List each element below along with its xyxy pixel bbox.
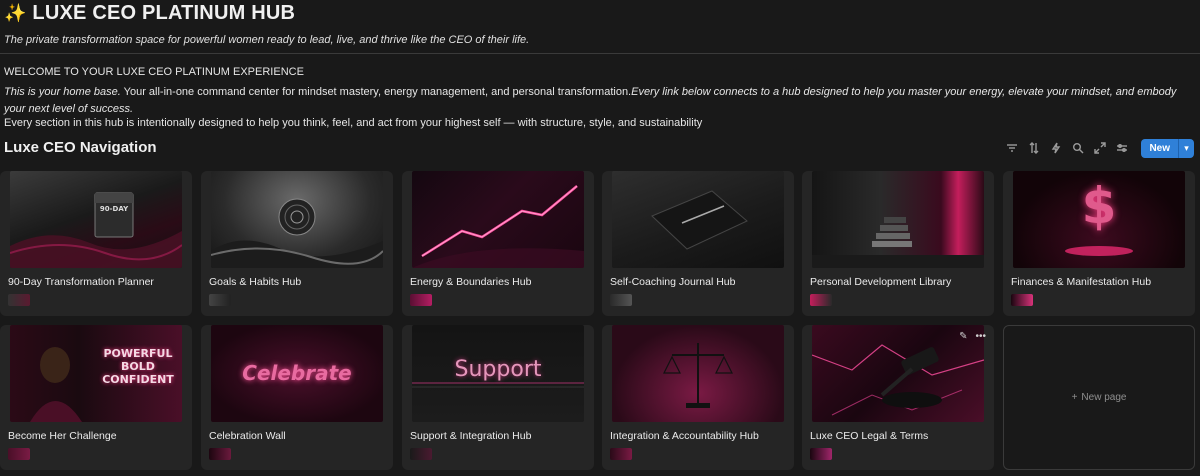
intro-closing-line: Every section in this hub is intentional… — [4, 117, 703, 129]
chevron-down-icon[interactable]: ▾ — [1178, 138, 1194, 158]
card-title: Become Her Challenge — [8, 430, 117, 442]
gallery-card[interactable]: Goals & Habits Hub — [201, 171, 393, 316]
intro-paragraph: This is your home base. Your all-in-one … — [4, 84, 1194, 118]
database-toolbar: New ▾ — [1003, 138, 1194, 158]
card-cover-image — [812, 171, 984, 268]
card-cover-image: Celebrate — [211, 325, 383, 422]
gallery-card[interactable]: Energy & Boundaries Hub — [402, 171, 594, 316]
new-page-label: New page — [1081, 392, 1127, 403]
card-title: Energy & Boundaries Hub — [410, 276, 532, 288]
card-icon-thumb — [1011, 294, 1033, 306]
card-icon-thumb — [209, 448, 231, 460]
intro-italic-1: This is your home base. — [4, 86, 121, 98]
lightning-illustration — [412, 185, 584, 268]
page-title-row: ✨ LUXE CEO PLATINUM HUB — [4, 0, 295, 26]
page-subtitle: The private transformation space for pow… — [4, 34, 530, 46]
edit-icon[interactable]: ✎ — [959, 331, 967, 342]
gallery-card[interactable]: Integration & Accountability Hub — [602, 325, 794, 470]
card-title: Support & Integration Hub — [410, 430, 532, 442]
scales-illustration — [663, 343, 733, 408]
filter-icon[interactable] — [1003, 139, 1021, 157]
card-title: Personal Development Library — [810, 276, 952, 288]
new-button[interactable]: New — [1141, 138, 1178, 158]
card-hover-actions: ✎ ••• — [959, 331, 986, 342]
card-title: Goals & Habits Hub — [209, 276, 302, 288]
new-button-group: New ▾ — [1141, 138, 1194, 158]
gallery-card[interactable]: $ Finances & Manifestation Hub — [1003, 171, 1195, 316]
new-page-card[interactable]: + New page — [1003, 325, 1195, 470]
gallery-card[interactable]: POWERFUL BOLD CONFIDENT Become Her Chall… — [0, 325, 192, 470]
dollar-platform-illustration — [1065, 246, 1133, 256]
navigation-title: Luxe CEO Navigation — [4, 139, 157, 156]
gallery-card[interactable]: Personal Development Library — [802, 171, 994, 316]
sparkles-icon: ✨ — [4, 2, 27, 24]
card-icon-thumb — [610, 294, 632, 306]
card-cover-image: $ — [1013, 171, 1185, 268]
card-title: Finances & Manifestation Hub — [1011, 276, 1152, 288]
card-icon-thumb — [410, 294, 432, 306]
card-icon-thumb — [8, 448, 30, 460]
card-cover-image — [612, 171, 784, 268]
divider — [0, 53, 1200, 54]
card-title: Integration & Accountability Hub — [610, 430, 759, 442]
journal-illustration — [651, 190, 748, 250]
card-icon-thumb — [610, 448, 632, 460]
card-image-text: Support — [454, 357, 542, 382]
card-cover-image — [612, 325, 784, 422]
card-cover-image: 90-DAY — [10, 171, 182, 268]
books-illustration — [812, 217, 984, 268]
card-image-text: 90-DAY — [99, 205, 129, 213]
plus-icon: + — [1071, 392, 1078, 403]
intro-regular: Your all-in-one command center for minds… — [120, 86, 632, 98]
card-title: Celebration Wall — [209, 430, 286, 442]
card-image-text: Celebrate — [242, 361, 352, 385]
welcome-heading: WELCOME TO YOUR LUXE CEO PLATINUM EXPERI… — [4, 66, 304, 78]
card-cover-image — [211, 171, 383, 268]
page-title: LUXE CEO PLATINUM HUB — [32, 1, 296, 24]
calendar-illustration — [10, 192, 182, 268]
card-title: 90-Day Transformation Planner — [8, 276, 154, 288]
card-image-text: POWERFUL BOLD CONFIDENT — [102, 347, 174, 386]
search-icon[interactable] — [1069, 139, 1087, 157]
gallery-card[interactable]: Support Support & Integration Hub — [402, 325, 594, 470]
more-options-icon[interactable]: ••• — [975, 331, 986, 342]
gallery-card[interactable]: 90-DAY 90-Day Transformation Planner — [0, 171, 192, 316]
card-icon-thumb — [209, 294, 231, 306]
card-cover-image: POWERFUL BOLD CONFIDENT — [10, 325, 182, 422]
card-icon-thumb — [810, 448, 832, 460]
settings-sliders-icon[interactable] — [1113, 139, 1131, 157]
sort-icon[interactable] — [1025, 139, 1043, 157]
card-title: Self-Coaching Journal Hub — [610, 276, 736, 288]
card-cover-image — [412, 171, 584, 268]
gallery-card[interactable]: Self-Coaching Journal Hub — [602, 171, 794, 316]
target-illustration — [211, 198, 383, 268]
gallery-card[interactable]: Celebrate Celebration Wall — [201, 325, 393, 470]
card-icon-thumb — [810, 294, 832, 306]
card-icon-thumb — [410, 448, 432, 460]
card-cover-image: Support — [412, 325, 584, 422]
card-title: Luxe CEO Legal & Terms — [810, 430, 929, 442]
expand-icon[interactable] — [1091, 139, 1109, 157]
gallery-card[interactable]: ✎ ••• Luxe CEO Legal & Terms — [802, 325, 994, 470]
card-icon-thumb — [8, 294, 30, 306]
lightning-icon[interactable] — [1047, 139, 1065, 157]
